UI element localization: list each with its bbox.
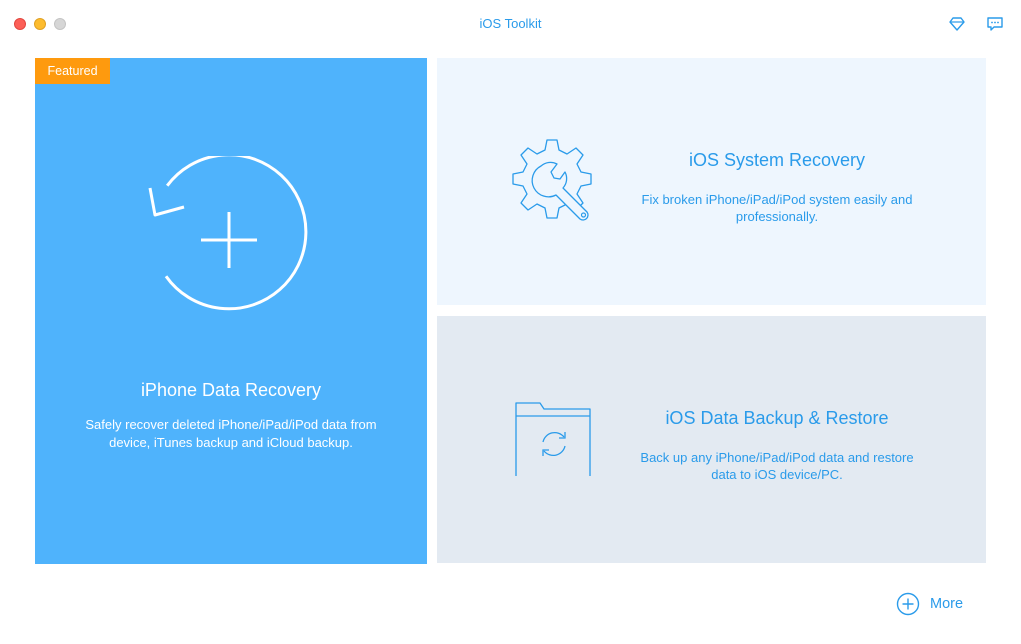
featured-badge: Featured: [35, 58, 110, 84]
system-recovery-title: iOS System Recovery: [688, 150, 866, 170]
diamond-icon[interactable]: [947, 14, 967, 34]
backup-restore-title: iOS Data Backup & Restore: [665, 408, 889, 428]
system-recovery-description: Fix broken iPhone/iPad/iPod system easil…: [641, 192, 913, 224]
ios-system-recovery-card[interactable]: iOS System Recovery Fix broken iPhone/iP…: [437, 58, 986, 305]
backup-restore-description: Back up any iPhone/iPad/iPod data and re…: [640, 450, 914, 482]
more-label: More: [930, 596, 964, 612]
window-title: iOS Toolkit: [479, 16, 542, 31]
ios-data-backup-restore-card[interactable]: iOS Data Backup & Restore Back up any iP…: [437, 316, 986, 563]
feedback-icon[interactable]: [985, 14, 1005, 34]
featured-title: iPhone Data Recovery: [140, 380, 322, 400]
plus-circle-icon: [896, 592, 920, 616]
iphone-data-recovery-card[interactable]: Featured iPhone Data Recovery Safely rec…: [35, 58, 427, 564]
featured-description: Safely recover deleted iPhone/iPad/iPod …: [85, 417, 377, 450]
title-bar: iOS Toolkit: [0, 0, 1021, 48]
restore-plus-icon: [147, 153, 317, 331]
folder-sync-icon: [507, 392, 591, 481]
gear-wrench-icon: [507, 134, 599, 231]
